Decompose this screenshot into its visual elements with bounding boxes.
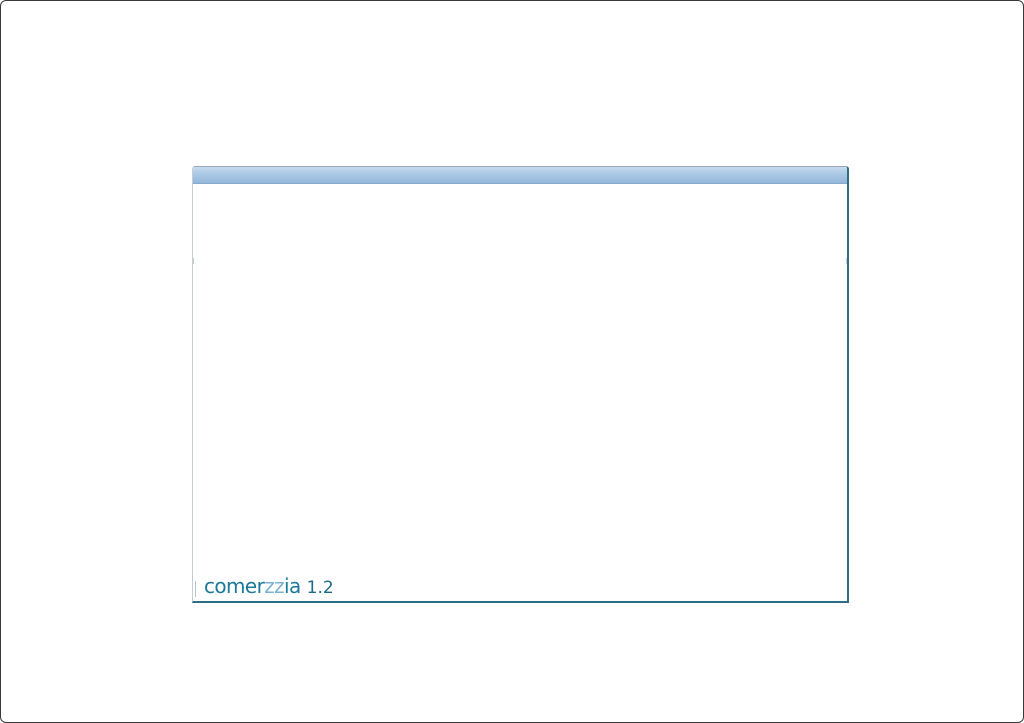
brand-name-post: ia: [284, 574, 301, 598]
brand-name: comerzzia: [204, 574, 301, 598]
page-frame: comerzzia 1.2: [0, 0, 1024, 723]
brand-divider: [195, 581, 196, 597]
brand-name-pre: comer: [204, 574, 265, 598]
left-edge-marker: [193, 258, 194, 264]
brand-name-highlight: zz: [264, 574, 285, 598]
window-body: comerzzia 1.2: [193, 184, 847, 601]
right-edge-marker: [846, 258, 847, 264]
brand-logo: comerzzia 1.2: [204, 574, 334, 598]
splash-window: comerzzia 1.2: [192, 166, 849, 603]
brand-version: 1.2: [306, 578, 334, 598]
window-title-bar[interactable]: [193, 167, 847, 184]
